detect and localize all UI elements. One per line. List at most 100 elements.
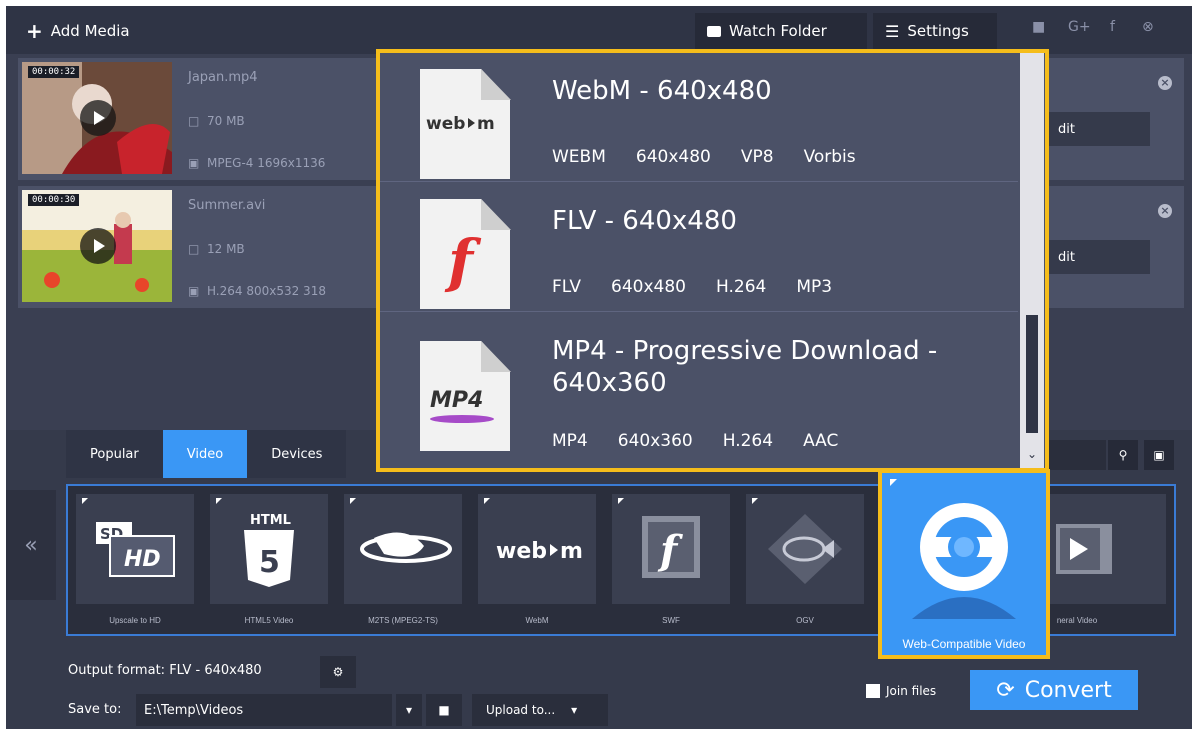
preset-option-flv[interactable]: f FLV - 640x480 FLV 640x480 H.264 MP3 bbox=[380, 183, 1018, 312]
ogv-fish-icon bbox=[768, 514, 842, 584]
save-path-value: E:\Temp\Videos bbox=[144, 702, 244, 718]
device-detect-icon[interactable]: ▣ bbox=[1144, 440, 1174, 470]
preset-label: M2TS (MPEG2-TS) bbox=[368, 616, 438, 625]
settings-button[interactable]: ☰ Settings bbox=[873, 13, 997, 49]
video-thumbnail[interactable]: 00:00:30 bbox=[22, 190, 172, 302]
add-media-button[interactable]: + Add Media bbox=[14, 13, 142, 49]
folder-icon bbox=[707, 25, 721, 37]
file-codec-text: H.264 800x532 318 bbox=[206, 284, 326, 298]
save-path-dropdown-icon[interactable]: ▾ bbox=[396, 694, 422, 726]
output-settings-gear-icon[interactable]: ⚙ bbox=[320, 656, 356, 688]
file-size-text: 12 MB bbox=[206, 242, 245, 256]
spec-video-codec: H.264 bbox=[715, 277, 767, 297]
output-format-label: Output format: bbox=[68, 663, 166, 678]
film-play-icon bbox=[1056, 524, 1112, 574]
join-files-checkbox[interactable]: Join files bbox=[866, 684, 936, 698]
file-size: □ 12 MB bbox=[188, 242, 245, 256]
video-icon: ▣ bbox=[188, 156, 200, 170]
preset-label: SWF bbox=[662, 616, 680, 625]
preset-webm[interactable]: web m WebM bbox=[478, 494, 596, 625]
preset-option-mp4[interactable]: MP4 MP4 - Progressive Download - 640x360… bbox=[380, 313, 1018, 468]
top-toolbar: + Add Media Watch Folder ☰ Settings ■ G+… bbox=[6, 6, 1192, 54]
scroll-left-button[interactable]: « bbox=[6, 490, 56, 600]
webm-icon: web m bbox=[426, 114, 495, 134]
expand-corner-icon bbox=[484, 498, 490, 504]
svg-text:MP4: MP4 bbox=[430, 388, 483, 413]
document-icon: □ bbox=[188, 242, 200, 256]
spec-video-codec: VP8 bbox=[740, 147, 774, 167]
remove-file-icon[interactable]: × bbox=[1158, 76, 1172, 90]
webm-icon: web m bbox=[496, 539, 583, 564]
duration-badge: 00:00:30 bbox=[28, 194, 80, 206]
popup-scrollbar-thumb[interactable] bbox=[1026, 315, 1038, 433]
preset-general-video[interactable]: neral Video bbox=[1048, 494, 1166, 625]
tab-video[interactable]: Video bbox=[162, 430, 248, 478]
facebook-icon[interactable]: f bbox=[1110, 19, 1115, 35]
browse-folder-icon[interactable]: ■ bbox=[426, 694, 462, 726]
spec-resolution: 640x480 bbox=[635, 147, 711, 167]
preset-label: Upscale to HD bbox=[109, 616, 161, 625]
video-thumbnail[interactable]: 00:00:32 bbox=[22, 62, 172, 174]
spec-container: MP4 bbox=[552, 431, 588, 451]
edit-label: dit bbox=[1058, 121, 1075, 137]
mp4-icon: MP4 bbox=[430, 388, 494, 423]
edit-button[interactable]: dit bbox=[1048, 112, 1150, 146]
svg-text:m: m bbox=[477, 114, 495, 134]
flash-icon: f bbox=[642, 516, 700, 578]
file-codec: ▣ H.264 800x532 318 bbox=[188, 284, 326, 298]
preset-web-compatible-video[interactable]: Web-Compatible Video bbox=[878, 469, 1050, 659]
file-name: Summer.avi bbox=[188, 198, 266, 213]
upload-to-button[interactable]: Upload to... ▾ bbox=[472, 694, 608, 726]
file-size-text: 70 MB bbox=[206, 114, 245, 128]
convert-button[interactable]: ⟳ Convert bbox=[970, 670, 1138, 710]
play-icon[interactable] bbox=[80, 228, 116, 264]
preset-m2ts[interactable]: M2TS (MPEG2-TS) bbox=[344, 494, 462, 625]
scroll-down-chevron-icon[interactable]: ⌄ bbox=[1026, 447, 1038, 461]
tab-popular[interactable]: Popular bbox=[66, 430, 163, 478]
tab-devices[interactable]: Devices bbox=[247, 430, 347, 478]
preset-option-title: FLV - 640x480 bbox=[552, 206, 737, 236]
file-codec: ▣ MPEG-4 1696x1136 bbox=[188, 156, 325, 170]
google-plus-icon[interactable]: G+ bbox=[1068, 19, 1091, 35]
webcam-icon bbox=[912, 503, 1016, 619]
preset-option-specs: FLV 640x480 H.264 MP3 bbox=[552, 277, 832, 297]
sd-hd-icon: SD HD bbox=[96, 522, 175, 577]
bluray-icon bbox=[360, 532, 452, 563]
remove-file-icon[interactable]: × bbox=[1158, 204, 1172, 218]
edit-button[interactable]: dit bbox=[1048, 240, 1150, 274]
watch-folder-label: Watch Folder bbox=[729, 22, 827, 40]
output-format-value: FLV - 640x480 bbox=[169, 663, 262, 678]
save-path-field[interactable]: E:\Temp\Videos bbox=[136, 694, 392, 726]
expand-corner-icon bbox=[618, 498, 624, 504]
svg-text:5: 5 bbox=[259, 545, 280, 580]
vk-icon[interactable]: ⊗ bbox=[1142, 19, 1154, 35]
svg-text:HD: HD bbox=[124, 547, 161, 572]
spec-container: FLV bbox=[552, 277, 582, 297]
spec-audio-codec: AAC bbox=[803, 431, 839, 451]
search-icon[interactable]: ⚲ bbox=[1108, 440, 1138, 470]
spec-audio-codec: Vorbis bbox=[803, 147, 856, 167]
svg-text:f: f bbox=[444, 227, 482, 295]
svg-text:m: m bbox=[560, 539, 583, 564]
convert-label: Convert bbox=[1024, 677, 1112, 703]
preset-option-title: MP4 - Progressive Download - 640x360 bbox=[552, 336, 938, 398]
format-tabs: Popular Video Devices bbox=[66, 430, 347, 478]
preset-ogv[interactable]: OGV bbox=[746, 494, 864, 625]
watch-folder-button[interactable]: Watch Folder bbox=[695, 13, 867, 49]
save-to-label: Save to: bbox=[68, 702, 122, 717]
preset-option-specs: MP4 640x360 H.264 AAC bbox=[552, 431, 838, 451]
expand-corner-icon bbox=[752, 498, 758, 504]
svg-text:HTML: HTML bbox=[250, 513, 291, 528]
svg-text:web: web bbox=[426, 114, 465, 134]
app-window: + Add Media Watch Folder ☰ Settings ■ G+… bbox=[6, 6, 1192, 729]
play-icon[interactable] bbox=[80, 100, 116, 136]
preset-swf[interactable]: f SWF bbox=[612, 494, 730, 625]
youtube-icon[interactable]: ■ bbox=[1032, 19, 1045, 35]
output-format-row: Output format: FLV - 640x480 bbox=[68, 663, 262, 678]
preset-html5[interactable]: HTML 5 HTML5 Video bbox=[210, 494, 328, 625]
checkbox-box[interactable] bbox=[866, 684, 880, 698]
svg-text:web: web bbox=[496, 539, 547, 564]
preset-upscale-hd[interactable]: SD HD Upscale to HD bbox=[76, 494, 194, 625]
preset-option-webm[interactable]: web m WebM - 640x480 WEBM 640x480 VP8 Vo… bbox=[380, 53, 1018, 182]
html5-icon: HTML 5 bbox=[244, 513, 294, 587]
